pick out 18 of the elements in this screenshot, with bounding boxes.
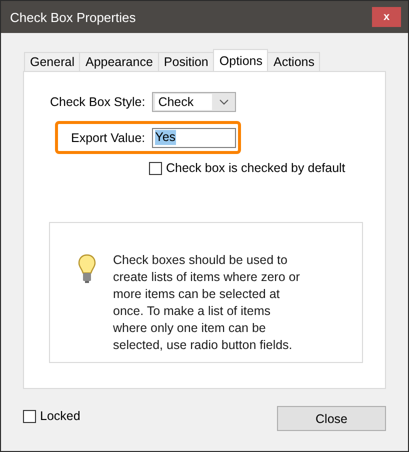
- caret-icon: [219, 99, 230, 105]
- lightbulb-icon: [78, 254, 96, 284]
- info-text: Check boxes should be used to create lists of items where zero or more items can be selected at once. To make a list of items where only one item can be selected, use radio button fields.: [113, 252, 301, 354]
- checkbox[interactable]: [149, 162, 162, 174]
- tab[interactable]: Options: [213, 49, 268, 71]
- style-label: Check Box Style:: [50, 95, 146, 109]
- close-button[interactable]: Close: [277, 406, 386, 431]
- tab[interactable]: Appearance: [79, 52, 159, 71]
- checkbox-label: Locked: [40, 409, 80, 423]
- export-value-field[interactable]: Yes: [152, 128, 236, 148]
- checkbox[interactable]: [23, 410, 36, 422]
- checkbox-label: Check box is checked by default: [166, 161, 346, 175]
- style-dropdown[interactable]: Check: [152, 92, 236, 112]
- close-button[interactable]: x: [372, 7, 401, 27]
- export-label: Export Value:: [71, 130, 146, 144]
- tab[interactable]: Actions: [267, 52, 320, 71]
- tab[interactable]: General: [24, 52, 80, 71]
- window-title: Check Box Properties: [9, 10, 136, 24]
